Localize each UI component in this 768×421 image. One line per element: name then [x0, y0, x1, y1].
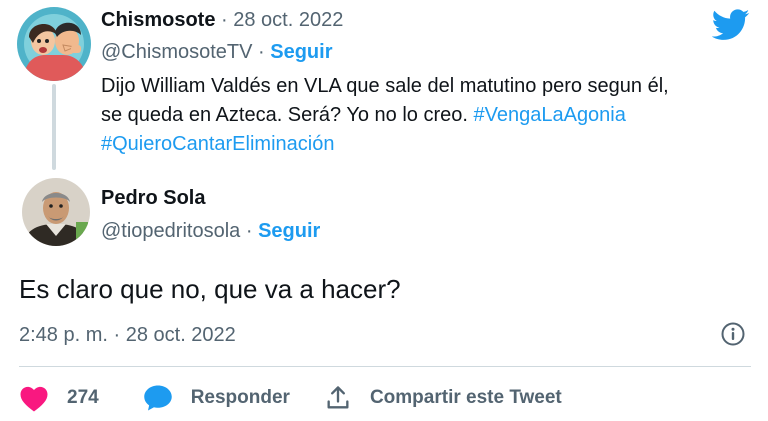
parent-author-handle[interactable]: @ChismosoteTV: [101, 41, 252, 63]
parent-text-line-2-body: se queda en Azteca. Será? Yo no lo creo.: [101, 104, 474, 126]
avatar-image: [22, 178, 90, 246]
reply-timestamp[interactable]: 2:48 p. m. · 28 oct. 2022: [19, 324, 236, 347]
avatar-image: [17, 7, 91, 81]
reply-handle-row: @tiopedritosola · Seguir: [101, 220, 320, 243]
parent-handle-row: @ChismosoteTV · Seguir: [101, 41, 333, 64]
reply-follow-button[interactable]: Seguir: [258, 220, 320, 242]
parent-text-line-1: Dijo William Valdés en VLA que sale del …: [101, 75, 669, 97]
parent-text-line-3: #QuieroCantarEliminación: [101, 130, 756, 159]
avatar-chismosote[interactable]: [17, 7, 91, 81]
like-count: 274: [67, 387, 99, 408]
hashtag-link[interactable]: #VengaLaAgonia: [474, 104, 626, 126]
divider: [19, 366, 751, 367]
parent-tweet-text: Dijo William Valdés en VLA que sale del …: [101, 72, 756, 159]
reply-author-handle[interactable]: @tiopedritosola: [101, 220, 240, 242]
separator-dot: ·: [252, 41, 271, 63]
hashtag-link[interactable]: #QuieroCantarEliminación: [101, 133, 334, 155]
embedded-tweet-card: Chismosote · 28 oct. 2022 @ChismosoteTV …: [0, 0, 768, 421]
thread-connector-line: [52, 84, 56, 170]
avatar-pedro-sola[interactable]: [22, 178, 90, 246]
parent-follow-button[interactable]: Seguir: [270, 41, 332, 63]
separator-dot: ·: [240, 220, 259, 242]
heart-icon: [20, 386, 48, 412]
parent-tweet-header: Chismosote · 28 oct. 2022: [101, 9, 343, 32]
share-button[interactable]: Compartir este Tweet: [324, 384, 562, 412]
parent-author-name[interactable]: Chismosote: [101, 9, 215, 31]
reply-button[interactable]: Responder: [143, 384, 290, 412]
action-bar: 274 Responder Compartir este Tweet: [19, 381, 562, 415]
info-icon[interactable]: [720, 321, 746, 347]
parent-tweet-date[interactable]: · 28 oct. 2022: [215, 9, 343, 31]
reply-tweet-text: Es claro que no, que va a hacer?: [19, 274, 401, 304]
share-icon: [327, 386, 349, 409]
speech-bubble-icon: [143, 385, 172, 411]
twitter-bird-icon[interactable]: [711, 9, 750, 41]
reply-author-name[interactable]: Pedro Sola: [101, 187, 205, 210]
like-button[interactable]: 274: [19, 385, 99, 412]
share-label: Compartir este Tweet: [369, 387, 562, 408]
reply-label: Responder: [190, 387, 290, 408]
parent-text-line-2: se queda en Azteca. Será? Yo no lo creo.…: [101, 101, 756, 130]
